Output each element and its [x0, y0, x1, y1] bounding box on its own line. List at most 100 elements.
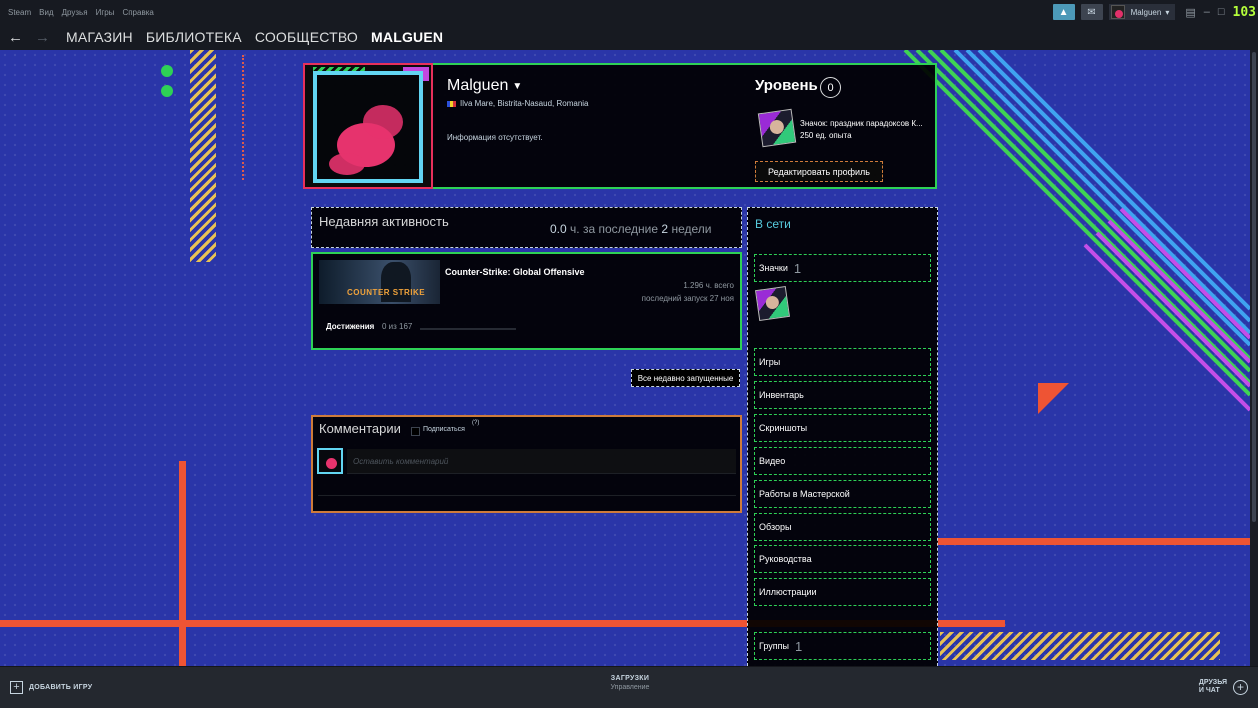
friends-chat-label: ДРУЗЬЯ И ЧАТ [1199, 679, 1227, 695]
sidebar-item-count: 1 [795, 638, 803, 654]
featured-badge-title[interactable]: Значок: праздник парадоксов К... [800, 119, 925, 128]
megaphone-icon: ▲ [1058, 6, 1069, 18]
stripe [927, 50, 1250, 373]
account-name: Malguen [1130, 7, 1162, 17]
stripe [989, 50, 1250, 311]
big-picture-button[interactable]: ▤ [1185, 6, 1195, 19]
stripe [977, 50, 1250, 323]
stripe [953, 50, 1250, 347]
bottom-bar: + ДОБАВИТЬ ИГРУ ЗАГРУЗКИ Управление ДРУЗ… [0, 666, 1258, 708]
downloads-button[interactable]: ЗАГРУЗКИ Управление [540, 675, 720, 691]
level-badge[interactable]: 0 [820, 77, 841, 98]
game-name-link[interactable]: Counter-Strike: Global Offensive [445, 267, 585, 277]
featured-badge-icon[interactable] [757, 108, 797, 148]
persona-name: Malguen [447, 77, 509, 94]
weeks-value: 2 [661, 222, 669, 236]
comment-input[interactable] [347, 449, 736, 474]
profile-name[interactable]: Malguen ▼ [447, 77, 522, 95]
achievements-progress-bar [420, 328, 516, 330]
nav-profile[interactable]: MALGUEN [371, 29, 443, 45]
sidebar-item-label: Группы [759, 641, 789, 651]
recent-activity-title: Недавняя активность [319, 214, 449, 229]
sidebar-item-label: Скриншоты [759, 423, 808, 433]
stripe [939, 50, 1250, 361]
chevron-down-icon: ▼ [512, 81, 523, 92]
sidebar-item-guides[interactable]: Руководства [754, 545, 931, 573]
subscribe-label[interactable]: Подписаться [423, 426, 465, 433]
top-menu-bar: Steam Вид Друзья Игры Справка ▲ ✉ Malgue… [0, 0, 1258, 24]
nav-community[interactable]: СООБЩЕСТВО [255, 29, 358, 45]
friends-chat-button[interactable]: ДРУЗЬЯ И ЧАТ + [1199, 679, 1248, 695]
sidebar-item-artwork[interactable]: Иллюстрации [754, 578, 931, 606]
sidebar-item-label: Видео [759, 456, 786, 466]
nav-store[interactable]: МАГАЗИН [66, 29, 133, 45]
help-icon[interactable]: (?) [472, 420, 479, 426]
weeks-label: недели [671, 222, 712, 236]
plus-icon: + [10, 681, 23, 694]
sidebar-item-label: Руководства [759, 554, 812, 564]
notifications-button[interactable]: ✉ [1080, 4, 1103, 20]
comments-title: Комментарии [319, 421, 401, 436]
friends-label-line1: ДРУЗЬЯ [1198, 679, 1227, 686]
scrollbar-thumb[interactable] [1252, 52, 1256, 522]
add-game-button[interactable]: + ДОБАВИТЬ ИГРУ [10, 681, 92, 694]
chevron-down-icon: ▾ [1165, 7, 1170, 17]
menu-view[interactable]: Вид [39, 8, 53, 17]
subscribe-checkbox[interactable] [411, 427, 420, 436]
sidebar-groups-link[interactable]: Группы 1 [754, 632, 931, 660]
game-capsule-logo: COUNTER STRIKE [347, 288, 426, 297]
profile-avatar[interactable] [303, 63, 433, 189]
level-label: Уровень [755, 77, 818, 94]
announcement-button[interactable]: ▲ [1052, 4, 1075, 20]
back-arrow-icon[interactable]: ← [8, 29, 23, 46]
sidebar-item-label: Работы в Мастерской [759, 489, 850, 499]
menu-help[interactable]: Справка [122, 8, 153, 17]
profile-location: Ilva Mare, Bistrita-Nasaud, Romania [447, 99, 589, 108]
hours-value: 0.0 [550, 222, 567, 236]
romania-flag-icon [447, 100, 456, 107]
sidebar-item-label: Иллюстрации [759, 587, 817, 597]
sidebar-item-reviews[interactable]: Обзоры [754, 513, 931, 541]
sidebar-item-screenshots[interactable]: Скриншоты [754, 414, 931, 442]
hours-label: ч. за последние [570, 222, 659, 236]
sidebar-item-label: Инвентарь [759, 390, 804, 400]
friends-label-line2: И ЧАТ [1198, 687, 1220, 694]
comments-divider [318, 495, 736, 496]
stripe [903, 50, 1250, 397]
menu-friends[interactable]: Друзья [62, 8, 88, 17]
sidebar-item-inventory[interactable]: Инвентарь [754, 381, 931, 409]
sidebar-badge-icon[interactable] [754, 285, 791, 322]
edit-profile-button[interactable]: Редактировать профиль [755, 161, 883, 182]
menu-games[interactable]: Игры [96, 8, 115, 17]
forward-arrow-icon[interactable]: → [35, 29, 50, 46]
maximize-button[interactable]: □ [1218, 6, 1225, 18]
location-text: Ilva Mare, Bistrita-Nasaud, Romania [460, 99, 589, 108]
all-recent-games-button[interactable]: Все недавно запущенные [631, 369, 740, 387]
nav-library[interactable]: БИБЛИОТЕКА [146, 29, 242, 45]
stripe [915, 50, 1250, 385]
sidebar-item-label: Обзоры [759, 522, 792, 532]
profile-summary: Информация отсутствует. [447, 133, 543, 142]
sidebar-item-workshop[interactable]: Работы в Мастерской [754, 480, 931, 508]
downloads-subtitle: Управление [610, 684, 650, 691]
fps-counter: 103 [1232, 4, 1256, 20]
sidebar-item-label: Игры [759, 357, 781, 367]
avatar-image [313, 71, 423, 183]
minimize-button[interactable]: – [1204, 6, 1210, 18]
recent-activity-hours: 0.0 ч. за последние 2 недели [550, 222, 711, 236]
game-capsule-image[interactable]: COUNTER STRIKE [319, 260, 440, 304]
achievements-label[interactable]: Достижения [326, 322, 374, 331]
menu-steam[interactable]: Steam [8, 8, 31, 17]
sidebar-item-videos[interactable]: Видео [754, 447, 931, 475]
comment-author-avatar [317, 448, 343, 474]
sidebar-item-label: Значки [759, 263, 788, 273]
stripe [1083, 243, 1250, 412]
account-menu[interactable]: Malguen ▾ [1108, 4, 1176, 20]
sidebar-item-games[interactable]: Игры [754, 348, 931, 376]
online-status: В сети [755, 217, 791, 231]
add-game-label: ДОБАВИТЬ ИГРУ [29, 684, 93, 691]
stripe [965, 50, 1250, 335]
plus-circle-icon: + [1233, 679, 1248, 695]
sidebar-badges-link[interactable]: Значки 1 [754, 254, 931, 282]
account-avatar [1110, 5, 1125, 19]
